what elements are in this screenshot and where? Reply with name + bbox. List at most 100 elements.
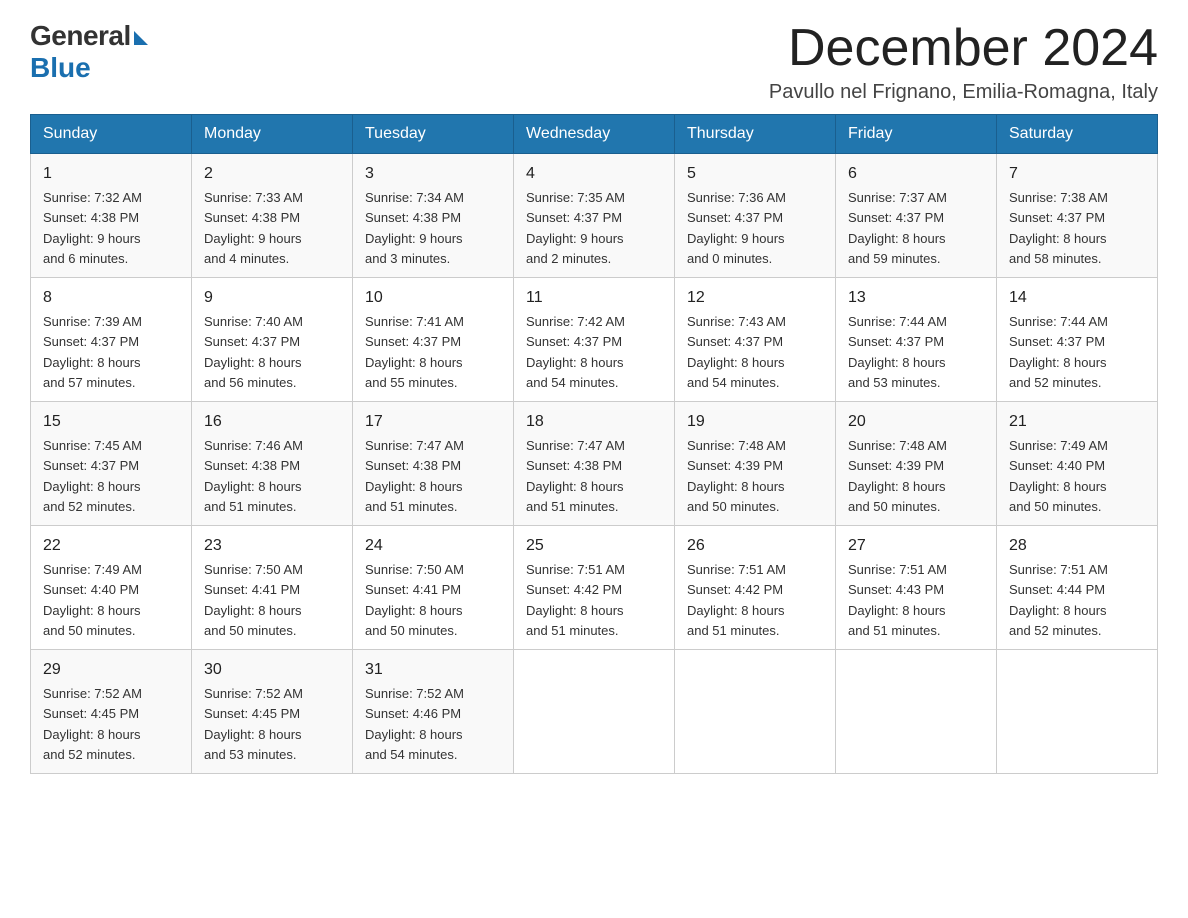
calendar-cell: 14 Sunrise: 7:44 AMSunset: 4:37 PMDaylig… — [997, 278, 1158, 402]
column-header-wednesday: Wednesday — [514, 115, 675, 154]
calendar-cell: 30 Sunrise: 7:52 AMSunset: 4:45 PMDaylig… — [192, 650, 353, 774]
calendar-cell: 2 Sunrise: 7:33 AMSunset: 4:38 PMDayligh… — [192, 154, 353, 278]
day-number: 8 — [43, 286, 179, 310]
title-section: December 2024 Pavullo nel Frignano, Emil… — [769, 20, 1158, 104]
day-info: Sunrise: 7:44 AMSunset: 4:37 PMDaylight:… — [848, 314, 947, 390]
day-info: Sunrise: 7:52 AMSunset: 4:45 PMDaylight:… — [43, 686, 142, 762]
day-info: Sunrise: 7:44 AMSunset: 4:37 PMDaylight:… — [1009, 314, 1108, 390]
day-info: Sunrise: 7:32 AMSunset: 4:38 PMDaylight:… — [43, 190, 142, 266]
calendar-week-row: 1 Sunrise: 7:32 AMSunset: 4:38 PMDayligh… — [31, 154, 1158, 278]
calendar-week-row: 29 Sunrise: 7:52 AMSunset: 4:45 PMDaylig… — [31, 650, 1158, 774]
calendar-cell: 3 Sunrise: 7:34 AMSunset: 4:38 PMDayligh… — [353, 154, 514, 278]
calendar-cell: 8 Sunrise: 7:39 AMSunset: 4:37 PMDayligh… — [31, 278, 192, 402]
calendar-cell: 27 Sunrise: 7:51 AMSunset: 4:43 PMDaylig… — [836, 526, 997, 650]
day-info: Sunrise: 7:35 AMSunset: 4:37 PMDaylight:… — [526, 190, 625, 266]
day-number: 25 — [526, 534, 662, 558]
day-number: 11 — [526, 286, 662, 310]
calendar-cell: 15 Sunrise: 7:45 AMSunset: 4:37 PMDaylig… — [31, 402, 192, 526]
day-info: Sunrise: 7:47 AMSunset: 4:38 PMDaylight:… — [365, 438, 464, 514]
calendar-cell — [836, 650, 997, 774]
column-header-friday: Friday — [836, 115, 997, 154]
calendar-cell: 23 Sunrise: 7:50 AMSunset: 4:41 PMDaylig… — [192, 526, 353, 650]
column-header-monday: Monday — [192, 115, 353, 154]
column-header-sunday: Sunday — [31, 115, 192, 154]
day-number: 17 — [365, 410, 501, 434]
day-number: 10 — [365, 286, 501, 310]
calendar-cell: 28 Sunrise: 7:51 AMSunset: 4:44 PMDaylig… — [997, 526, 1158, 650]
day-number: 2 — [204, 162, 340, 186]
day-info: Sunrise: 7:49 AMSunset: 4:40 PMDaylight:… — [1009, 438, 1108, 514]
day-number: 24 — [365, 534, 501, 558]
calendar-cell: 31 Sunrise: 7:52 AMSunset: 4:46 PMDaylig… — [353, 650, 514, 774]
calendar-cell: 25 Sunrise: 7:51 AMSunset: 4:42 PMDaylig… — [514, 526, 675, 650]
calendar-cell: 11 Sunrise: 7:42 AMSunset: 4:37 PMDaylig… — [514, 278, 675, 402]
logo: General Blue — [30, 20, 148, 84]
day-number: 5 — [687, 162, 823, 186]
day-info: Sunrise: 7:36 AMSunset: 4:37 PMDaylight:… — [687, 190, 786, 266]
calendar-cell: 13 Sunrise: 7:44 AMSunset: 4:37 PMDaylig… — [836, 278, 997, 402]
calendar-week-row: 8 Sunrise: 7:39 AMSunset: 4:37 PMDayligh… — [31, 278, 1158, 402]
day-info: Sunrise: 7:43 AMSunset: 4:37 PMDaylight:… — [687, 314, 786, 390]
day-info: Sunrise: 7:48 AMSunset: 4:39 PMDaylight:… — [687, 438, 786, 514]
column-header-tuesday: Tuesday — [353, 115, 514, 154]
day-number: 9 — [204, 286, 340, 310]
day-number: 28 — [1009, 534, 1145, 558]
day-info: Sunrise: 7:52 AMSunset: 4:46 PMDaylight:… — [365, 686, 464, 762]
day-number: 23 — [204, 534, 340, 558]
logo-blue-text: Blue — [30, 52, 91, 84]
logo-triangle-icon — [134, 31, 148, 45]
calendar-cell: 5 Sunrise: 7:36 AMSunset: 4:37 PMDayligh… — [675, 154, 836, 278]
calendar-cell: 20 Sunrise: 7:48 AMSunset: 4:39 PMDaylig… — [836, 402, 997, 526]
day-info: Sunrise: 7:51 AMSunset: 4:44 PMDaylight:… — [1009, 562, 1108, 638]
day-number: 18 — [526, 410, 662, 434]
day-info: Sunrise: 7:52 AMSunset: 4:45 PMDaylight:… — [204, 686, 303, 762]
day-number: 7 — [1009, 162, 1145, 186]
calendar-cell: 29 Sunrise: 7:52 AMSunset: 4:45 PMDaylig… — [31, 650, 192, 774]
day-info: Sunrise: 7:51 AMSunset: 4:42 PMDaylight:… — [687, 562, 786, 638]
day-info: Sunrise: 7:42 AMSunset: 4:37 PMDaylight:… — [526, 314, 625, 390]
calendar-week-row: 22 Sunrise: 7:49 AMSunset: 4:40 PMDaylig… — [31, 526, 1158, 650]
day-number: 1 — [43, 162, 179, 186]
day-number: 15 — [43, 410, 179, 434]
calendar-cell: 24 Sunrise: 7:50 AMSunset: 4:41 PMDaylig… — [353, 526, 514, 650]
day-number: 21 — [1009, 410, 1145, 434]
day-info: Sunrise: 7:48 AMSunset: 4:39 PMDaylight:… — [848, 438, 947, 514]
day-number: 31 — [365, 658, 501, 682]
day-info: Sunrise: 7:45 AMSunset: 4:37 PMDaylight:… — [43, 438, 142, 514]
day-info: Sunrise: 7:50 AMSunset: 4:41 PMDaylight:… — [204, 562, 303, 638]
calendar-cell: 18 Sunrise: 7:47 AMSunset: 4:38 PMDaylig… — [514, 402, 675, 526]
day-number: 30 — [204, 658, 340, 682]
day-number: 26 — [687, 534, 823, 558]
day-number: 20 — [848, 410, 984, 434]
day-info: Sunrise: 7:51 AMSunset: 4:42 PMDaylight:… — [526, 562, 625, 638]
day-info: Sunrise: 7:46 AMSunset: 4:38 PMDaylight:… — [204, 438, 303, 514]
day-number: 12 — [687, 286, 823, 310]
calendar-cell: 10 Sunrise: 7:41 AMSunset: 4:37 PMDaylig… — [353, 278, 514, 402]
calendar-cell: 12 Sunrise: 7:43 AMSunset: 4:37 PMDaylig… — [675, 278, 836, 402]
calendar-cell: 17 Sunrise: 7:47 AMSunset: 4:38 PMDaylig… — [353, 402, 514, 526]
day-number: 6 — [848, 162, 984, 186]
calendar-cell: 16 Sunrise: 7:46 AMSunset: 4:38 PMDaylig… — [192, 402, 353, 526]
day-number: 29 — [43, 658, 179, 682]
day-info: Sunrise: 7:33 AMSunset: 4:38 PMDaylight:… — [204, 190, 303, 266]
calendar-cell: 21 Sunrise: 7:49 AMSunset: 4:40 PMDaylig… — [997, 402, 1158, 526]
calendar-cell — [997, 650, 1158, 774]
logo-general-text: General — [30, 20, 131, 52]
calendar-cell: 6 Sunrise: 7:37 AMSunset: 4:37 PMDayligh… — [836, 154, 997, 278]
calendar-header-row: SundayMondayTuesdayWednesdayThursdayFrid… — [31, 115, 1158, 154]
month-title: December 2024 — [769, 20, 1158, 77]
calendar-cell: 1 Sunrise: 7:32 AMSunset: 4:38 PMDayligh… — [31, 154, 192, 278]
day-info: Sunrise: 7:51 AMSunset: 4:43 PMDaylight:… — [848, 562, 947, 638]
day-number: 14 — [1009, 286, 1145, 310]
calendar-cell — [514, 650, 675, 774]
column-header-thursday: Thursday — [675, 115, 836, 154]
calendar-table: SundayMondayTuesdayWednesdayThursdayFrid… — [30, 114, 1158, 774]
day-number: 16 — [204, 410, 340, 434]
calendar-cell: 7 Sunrise: 7:38 AMSunset: 4:37 PMDayligh… — [997, 154, 1158, 278]
page-header: General Blue December 2024 Pavullo nel F… — [30, 20, 1158, 104]
day-info: Sunrise: 7:34 AMSunset: 4:38 PMDaylight:… — [365, 190, 464, 266]
day-number: 13 — [848, 286, 984, 310]
day-info: Sunrise: 7:39 AMSunset: 4:37 PMDaylight:… — [43, 314, 142, 390]
column-header-saturday: Saturday — [997, 115, 1158, 154]
day-number: 27 — [848, 534, 984, 558]
